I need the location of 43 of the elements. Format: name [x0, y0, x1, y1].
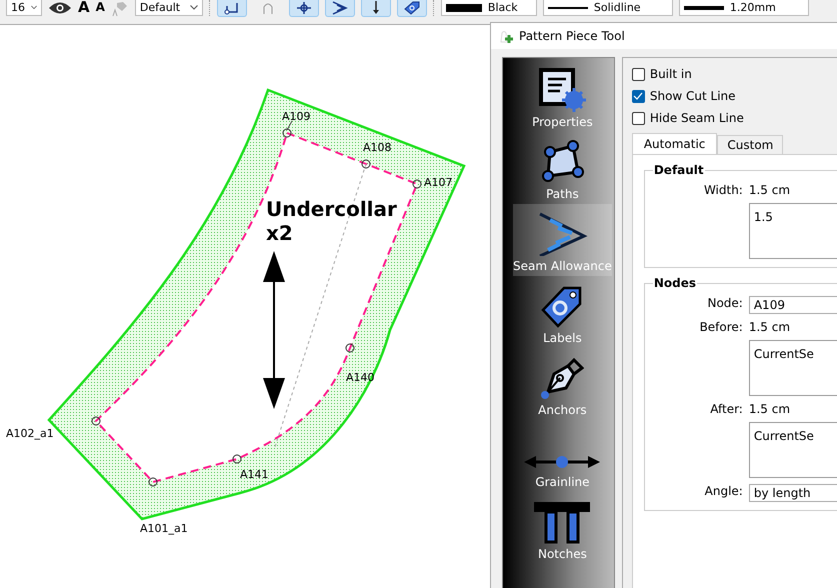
- line-style-combobox[interactable]: Solidline: [542, 0, 673, 16]
- sidebar-item[interactable]: Paths: [513, 132, 612, 204]
- sidebar-item[interactable]: Seam Allowance: [513, 204, 612, 276]
- checkbox[interactable]: Built in: [632, 63, 837, 85]
- label-font-combobox[interactable]: Default: [134, 0, 203, 16]
- field-value: 1.5 cm: [748, 183, 792, 197]
- point-label: A108: [363, 141, 392, 154]
- formula-field[interactable]: CurrentSe: [748, 422, 837, 478]
- formula-field[interactable]: 1.5: [748, 203, 837, 259]
- field-label: Before:: [698, 320, 743, 334]
- field-value: 1.5 cm: [748, 320, 792, 334]
- field-label: After:: [709, 402, 743, 416]
- sidebar-item[interactable]: Labels: [513, 276, 612, 348]
- field-label: Node:: [706, 296, 743, 310]
- point-label: A107: [424, 176, 453, 189]
- point-label: A102_a1: [6, 427, 54, 440]
- field-label: Width:: [702, 183, 743, 197]
- field-value: 1.5 cm: [748, 402, 792, 416]
- sidebar-item[interactable]: Anchors: [513, 348, 612, 420]
- checkbox[interactable]: Hide Seam Line: [632, 107, 837, 129]
- dialog-title: Pattern Piece Tool: [519, 29, 625, 43]
- group-title: Nodes: [652, 276, 698, 290]
- point-label: A101_a1: [140, 522, 188, 535]
- tab[interactable]: Automatic: [632, 133, 718, 154]
- piece-name: Undercollar: [266, 197, 397, 221]
- point-label: A141: [240, 468, 269, 481]
- font-size-button[interactable]: A: [96, 0, 105, 14]
- tab[interactable]: Custom: [717, 135, 784, 154]
- font-size-button[interactable]: A: [78, 0, 90, 14]
- sidebar-item[interactable]: Properties: [513, 60, 612, 132]
- sidebar-item[interactable]: Notches: [513, 492, 612, 564]
- field-label: Angle:: [704, 484, 743, 498]
- line-width-combobox[interactable]: 1.20mm: [678, 0, 809, 16]
- point-label: A109: [282, 110, 311, 123]
- checkbox[interactable]: Show Cut Line: [632, 85, 837, 107]
- formula-field[interactable]: CurrentSe: [748, 340, 837, 396]
- piece-copies: x2: [266, 221, 293, 245]
- font-size-spinbox[interactable]: 16: [6, 0, 42, 16]
- angle-combobox[interactable]: by length: [748, 484, 837, 502]
- color-combobox[interactable]: Black: [440, 0, 537, 16]
- sidebar-item[interactable]: Grainline: [513, 420, 612, 492]
- node-combobox[interactable]: A109: [748, 296, 837, 314]
- group-title: Default: [652, 163, 705, 177]
